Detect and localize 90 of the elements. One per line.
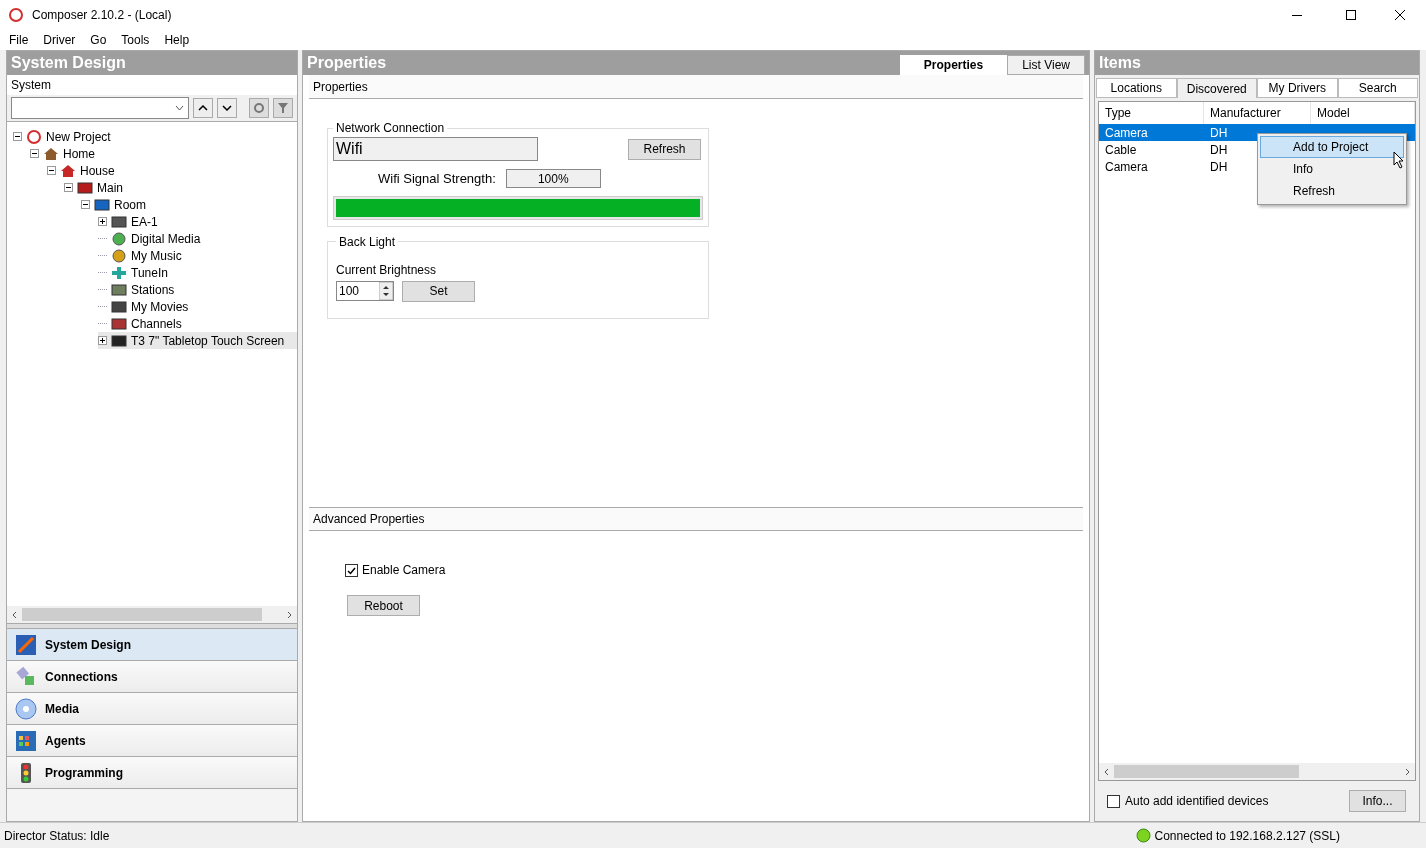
- filter-icon[interactable]: [273, 98, 293, 118]
- panel-header: Items: [1095, 51, 1419, 75]
- tree-item[interactable]: My Music: [98, 247, 297, 264]
- checkbox[interactable]: [345, 563, 358, 577]
- collapse-icon[interactable]: [81, 200, 90, 209]
- tree-item[interactable]: Main: [64, 179, 297, 196]
- menu-item[interactable]: Go: [90, 31, 107, 49]
- reboot-button[interactable]: Reboot: [347, 595, 420, 616]
- table-cell: Cable: [1105, 142, 1137, 157]
- down-button[interactable]: [217, 98, 237, 118]
- menu-item[interactable]: Help: [164, 31, 190, 49]
- status-text: Director Status: Idle: [4, 827, 110, 845]
- nav-item[interactable]: Agents: [7, 725, 297, 757]
- tree-item[interactable]: House: [47, 162, 297, 179]
- panel-header: System Design: [7, 51, 297, 75]
- signal-value: 100%: [505, 169, 601, 189]
- collapse-icon[interactable]: [13, 132, 22, 141]
- panel-header: Properties: [306, 53, 388, 73]
- menu-item[interactable]: File: [9, 31, 29, 49]
- tab[interactable]: Locations: [1096, 78, 1177, 98]
- tree-item[interactable]: New Project: [13, 128, 297, 145]
- up-button[interactable]: [193, 98, 213, 118]
- collapse-icon[interactable]: [30, 149, 39, 158]
- nav-item[interactable]: System Design: [7, 629, 297, 661]
- tree-item[interactable]: T3 7" Tabletop Touch Screen: [98, 332, 297, 349]
- spinner-arrows-icon[interactable]: [379, 282, 393, 300]
- agents-grid-icon: [15, 729, 37, 752]
- tree-item[interactable]: Room: [81, 196, 297, 213]
- signal-label: Wifi Signal Strength:: [378, 170, 496, 188]
- tree-item[interactable]: TuneIn: [98, 264, 297, 281]
- field-label: Current Brightness: [336, 261, 438, 279]
- tree-item[interactable]: Digital Media: [98, 230, 297, 247]
- refresh-icon[interactable]: [249, 98, 269, 118]
- tree-item[interactable]: Home: [30, 145, 297, 162]
- status-indicator-icon: [1135, 828, 1151, 843]
- menu-item[interactable]: Driver: [43, 31, 76, 49]
- home-icon: [43, 146, 59, 161]
- tab[interactable]: Discovered: [1176, 78, 1257, 98]
- tab[interactable]: List View: [1007, 55, 1085, 75]
- table-cell: Camera: [1105, 159, 1148, 174]
- checkbox[interactable]: [1107, 794, 1120, 808]
- house-icon: [60, 163, 76, 178]
- collapse-icon[interactable]: [47, 166, 56, 175]
- close-icon[interactable]: [1394, 9, 1406, 21]
- project-logo-icon: [26, 129, 42, 144]
- section-header: Advanced Properties: [309, 507, 1083, 531]
- section-label: System: [10, 77, 52, 94]
- set-button[interactable]: Set: [402, 280, 475, 302]
- tab[interactable]: Search: [1337, 78, 1418, 98]
- info-button[interactable]: Info...: [1349, 790, 1406, 812]
- group-label: Network Connection: [336, 121, 445, 135]
- plus-icon: [111, 265, 127, 280]
- expand-icon[interactable]: [98, 336, 107, 345]
- group-label: Back Light: [339, 234, 396, 249]
- search-combo[interactable]: [11, 97, 189, 119]
- menu-item[interactable]: Refresh: [1260, 180, 1404, 202]
- horizontal-scrollbar[interactable]: [1099, 763, 1415, 780]
- chevron-up-icon[interactable]: [198, 105, 208, 111]
- checkbox-label: Auto add identified devices: [1125, 793, 1269, 810]
- collapse-icon[interactable]: [64, 183, 73, 192]
- table-cell: Camera: [1105, 125, 1148, 140]
- brightness-spinner[interactable]: 100: [336, 281, 394, 301]
- tree-item[interactable]: EA-1: [98, 213, 297, 230]
- connection-status: Connected to 192.168.2.127 (SSL): [1154, 827, 1340, 845]
- tab[interactable]: Properties: [899, 55, 1008, 75]
- app-logo-icon: [8, 7, 24, 23]
- dropdown-icon[interactable]: [175, 105, 184, 111]
- window-title: Composer 2.10.2 - (Local): [32, 7, 172, 24]
- table-cell: DH: [1210, 125, 1228, 140]
- tree-item[interactable]: My Movies: [98, 298, 297, 315]
- section-header: Properties: [309, 75, 1083, 99]
- tree-item[interactable]: Channels: [98, 315, 297, 332]
- menu-item[interactable]: Add to Project: [1260, 136, 1404, 158]
- checkbox-label: Enable Camera: [362, 562, 446, 579]
- expand-icon[interactable]: [98, 217, 107, 226]
- chevron-down-icon[interactable]: [222, 105, 232, 111]
- mouse-cursor-icon: [1393, 151, 1405, 169]
- maximize-icon[interactable]: [1346, 10, 1356, 20]
- table-cell: DH: [1210, 159, 1228, 174]
- refresh-button[interactable]: Refresh: [628, 138, 701, 160]
- horizontal-scrollbar[interactable]: [7, 606, 297, 623]
- table-cell: DH: [1210, 142, 1228, 157]
- nav-item[interactable]: Connections: [7, 661, 297, 693]
- nav-item[interactable]: Media: [7, 693, 297, 725]
- connection-field[interactable]: Wifi: [333, 137, 538, 161]
- tree-item[interactable]: Stations: [98, 281, 297, 298]
- menu-item[interactable]: Tools: [121, 31, 150, 49]
- nav-item[interactable]: Programming: [7, 757, 297, 789]
- tab[interactable]: My Drivers: [1257, 78, 1338, 98]
- minimize-icon[interactable]: [1292, 14, 1302, 16]
